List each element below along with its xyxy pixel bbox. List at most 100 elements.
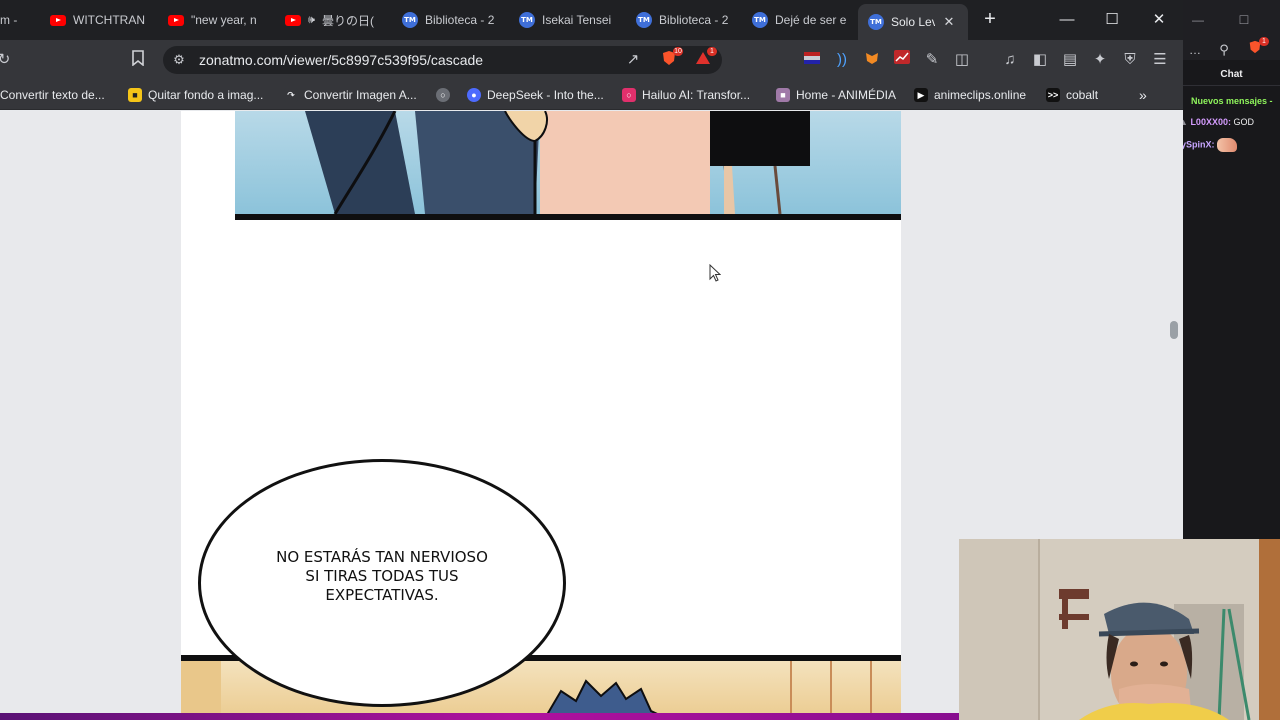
chat-text: GOD: [1233, 117, 1254, 127]
globe-icon: ○: [436, 88, 450, 102]
tab-title: "new year, n: [191, 13, 257, 27]
speaker-icon: 🕪: [308, 13, 315, 26]
bookmark-item[interactable]: >> cobalt: [1046, 87, 1098, 103]
wallet-icon[interactable]: ▤: [1060, 50, 1080, 70]
webcam-overlay: [959, 539, 1280, 720]
chat-title: Chat: [1183, 64, 1280, 86]
tab-active[interactable]: TM Solo Lev ✕: [858, 4, 968, 40]
minimize-button[interactable]: —: [1186, 8, 1210, 32]
browser-toolbar: ↻ ⚙ zonatmo.com/viewer/5c8997c539f95/cas…: [0, 40, 1183, 80]
chat-username[interactable]: L00XX00:: [1190, 117, 1231, 127]
rewards-badge: 1: [707, 47, 717, 56]
bookmark-label: Convertir texto de...: [0, 88, 105, 102]
youtube-icon: [285, 14, 301, 26]
bookmark-icon[interactable]: [128, 50, 148, 70]
hailuo-icon: ○: [622, 88, 636, 102]
tab[interactable]: m -: [0, 8, 30, 32]
music-icon[interactable]: ♫: [1000, 50, 1020, 70]
tmo-icon: TM: [868, 14, 884, 30]
manga-panel-top: [235, 111, 901, 220]
sidebar-icon[interactable]: ◧: [1030, 50, 1050, 70]
tab-title: WITCHTRAN: [73, 13, 145, 27]
site-settings-icon[interactable]: ⚙: [169, 50, 189, 70]
bookmark-label: Home - ANIMÉDIA: [796, 88, 897, 102]
convert-icon: ↷: [284, 88, 298, 102]
more-bookmarks-chevron-icon[interactable]: »: [1139, 87, 1147, 103]
chat-message: ▲ L00XX00: GOD: [1183, 117, 1254, 127]
tmo-icon: TM: [752, 12, 768, 28]
bookmark-item[interactable]: ■ Quitar fondo a imag...: [128, 87, 263, 103]
tab-title: Isekai Tensei: [542, 13, 612, 27]
stats-extension-icon[interactable]: [892, 50, 912, 70]
leo-ai-icon[interactable]: ✦: [1090, 50, 1110, 70]
manga-page: NO ESTARÁS TAN NERVIOSO SI TIRAS TODAS T…: [181, 111, 901, 720]
tmo-icon: TM: [519, 12, 535, 28]
extensions-puzzle-icon[interactable]: ✎: [922, 50, 942, 70]
animeclips-icon: ▶: [914, 88, 928, 102]
zoom-icon[interactable]: ⚲: [1214, 40, 1234, 60]
tab[interactable]: "new year, n: [168, 8, 271, 32]
bookmark-item[interactable]: ↷ Convertir Imagen A...: [284, 87, 417, 103]
brave-shields-icon[interactable]: 10: [659, 47, 683, 70]
close-window-button[interactable]: ✕: [1147, 8, 1171, 32]
bookmark-label: animeclips.online: [934, 88, 1027, 102]
cobalt-icon: >>: [1046, 88, 1060, 102]
vpn-icon[interactable]: ⛨: [1120, 50, 1140, 70]
chat-badge: 1: [1259, 37, 1269, 46]
brave-rewards-icon[interactable]: 1: [693, 47, 717, 70]
chat-toolbar: … ⚲ 1: [1183, 37, 1280, 60]
new-messages-label: Nuevos mensajes: [1191, 96, 1268, 106]
menu-icon[interactable]: ☰: [1150, 50, 1170, 70]
bookmark-label: Convertir Imagen A...: [304, 88, 417, 102]
tab-strip: m - WITCHTRAN "new year, n 🕪 曇りの日( TM Bi…: [0, 0, 1183, 40]
reload-icon[interactable]: ↻: [0, 50, 14, 70]
bookmark-item[interactable]: ○: [436, 87, 450, 103]
bookmark-label: Hailuo AI: Transfor...: [642, 88, 751, 102]
deepseek-icon: ●: [467, 88, 481, 102]
shields-badge: 10: [673, 47, 683, 56]
tab[interactable]: TM Biblioteca - 2: [402, 8, 502, 32]
bookmark-item[interactable]: ● DeepSeek - Into the...: [467, 87, 604, 103]
tab-title: 曇りの日(: [321, 13, 374, 28]
close-tab-icon[interactable]: ✕: [942, 15, 956, 29]
tab-title: Dejé de ser e: [775, 13, 847, 27]
tab-title: Biblioteca - 2: [425, 13, 495, 27]
youtube-icon: [50, 14, 66, 26]
speech-bubble-text: NO ESTARÁS TAN NERVIOSO SI TIRAS TODAS T…: [276, 547, 488, 604]
new-tab-button[interactable]: +: [980, 9, 1000, 29]
mouse-cursor-icon: [709, 264, 721, 282]
tab-title: Solo Lev: [891, 15, 935, 29]
more-options-icon[interactable]: …: [1185, 40, 1205, 60]
scrollbar-thumb[interactable]: [1170, 321, 1178, 339]
tab[interactable]: 🕪 曇りの日(: [285, 8, 385, 32]
image-icon: ■: [128, 88, 142, 102]
tab[interactable]: TM Dejé de ser e: [752, 8, 852, 32]
maximize-button[interactable]: ☐: [1100, 8, 1124, 32]
bookmark-item[interactable]: Convertir texto de...: [0, 87, 105, 103]
animedia-icon: ■: [776, 88, 790, 102]
tmo-icon: TM: [402, 12, 418, 28]
bookmarks-bar: Convertir texto de... ■ Quitar fondo a i…: [0, 80, 1183, 110]
chat-message: ySpinX:: [1183, 138, 1238, 152]
audio-extension-icon[interactable]: )): [832, 50, 852, 70]
chat-username[interactable]: ySpinX:: [1183, 139, 1215, 149]
tab-title: Biblioteca - 2: [659, 13, 729, 27]
minimize-button[interactable]: —: [1055, 8, 1079, 32]
brave-shields-icon[interactable]: 1: [1245, 37, 1269, 60]
bookmark-item[interactable]: ■ Home - ANIMÉDIA: [776, 87, 896, 103]
flag-extension-icon[interactable]: [802, 50, 822, 70]
metamask-icon[interactable]: [862, 50, 882, 70]
address-bar[interactable]: ⚙ zonatmo.com/viewer/5c8997c539f95/casca…: [163, 46, 722, 74]
share-icon[interactable]: ↗: [623, 50, 643, 70]
tmo-icon: TM: [636, 12, 652, 28]
tab[interactable]: WITCHTRAN: [50, 8, 152, 32]
maximize-button[interactable]: ☐: [1232, 8, 1256, 32]
tab[interactable]: TM Biblioteca - 2: [636, 8, 736, 32]
tab[interactable]: TM Isekai Tensei: [519, 8, 619, 32]
tab-title: m -: [0, 13, 18, 27]
bookmark-item[interactable]: ○ Hailuo AI: Transfor...: [622, 87, 750, 103]
tab-search-icon[interactable]: ◫: [952, 50, 972, 70]
bookmark-label: cobalt: [1066, 88, 1099, 102]
chat-emote-icon: [1217, 138, 1238, 152]
bookmark-item[interactable]: ▶ animeclips.online: [914, 87, 1026, 103]
